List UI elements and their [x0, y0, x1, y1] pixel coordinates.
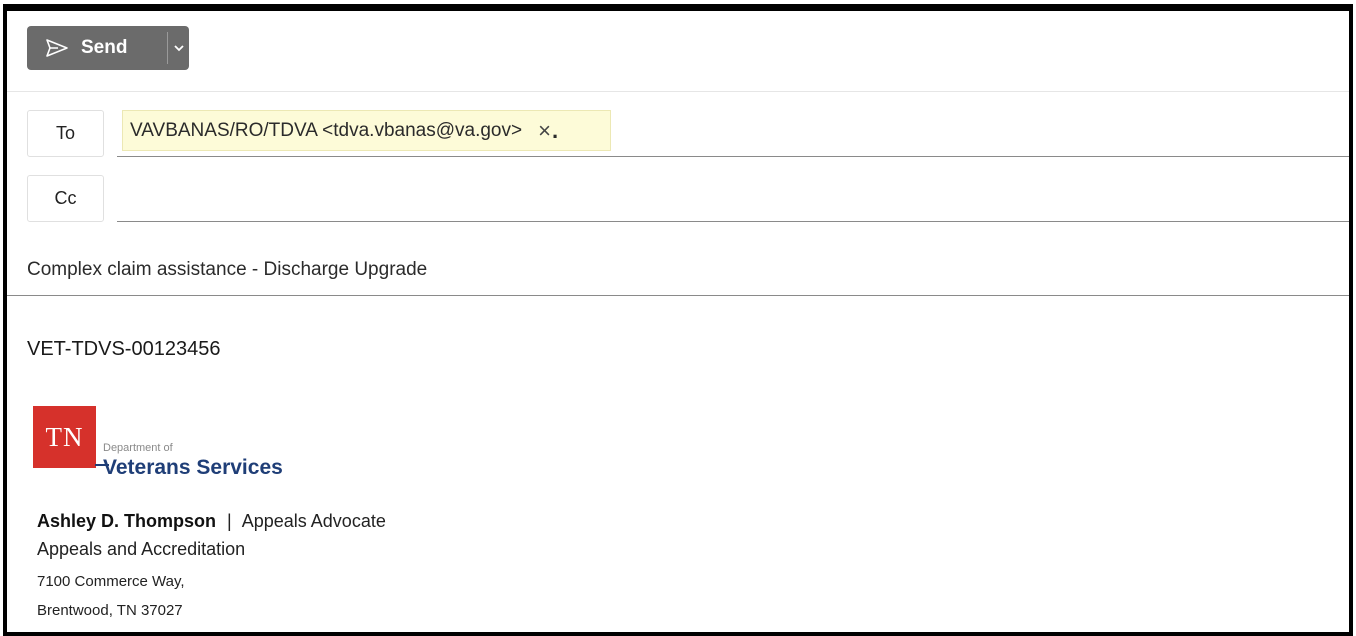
signature-address-line1: 7100 Commerce Way, — [37, 573, 185, 590]
signature-separator: | — [227, 511, 232, 531]
to-button[interactable]: To — [27, 110, 104, 157]
text-cursor: . — [551, 117, 559, 143]
remove-recipient-icon[interactable]: × — [538, 118, 551, 144]
logo-department-of: Department of — [103, 442, 173, 454]
paper-plane-icon — [46, 39, 68, 57]
signature-title: Appeals Advocate — [241, 511, 386, 531]
send-options-dropdown[interactable] — [168, 26, 189, 70]
signature-name: Ashley D. Thompson — [37, 511, 217, 531]
signature-name-line: Ashley D. Thompson | Appeals Advocate — [37, 511, 386, 532]
tn-veterans-services-logo: TN Department of Veterans Services — [33, 406, 303, 486]
recipient-chip[interactable]: VAVBANAS/RO/TDVA <tdva.vbanas@va.gov> × … — [122, 110, 611, 151]
to-field[interactable] — [117, 156, 1349, 157]
message-reference-id: VET-TDVS-00123456 — [27, 338, 221, 360]
compose-toolbar: Send — [7, 11, 1349, 92]
recipient-chip-text: VAVBANAS/RO/TDVA <tdva.vbanas@va.gov> — [130, 119, 523, 141]
cc-label: Cc — [54, 188, 77, 208]
to-label: To — [55, 123, 75, 143]
send-label: Send — [81, 37, 128, 58]
subject-input[interactable]: Complex claim assistance - Discharge Upg… — [27, 259, 427, 281]
signature-division: Appeals and Accreditation — [37, 539, 246, 559]
send-button[interactable]: Send — [27, 26, 167, 70]
subject-underline — [7, 295, 1349, 296]
cc-button[interactable]: Cc — [27, 175, 104, 222]
signature-address-line2: Brentwood, TN 37027 — [37, 602, 183, 619]
chevron-down-icon — [173, 44, 184, 51]
send-button-group: Send — [27, 26, 189, 70]
email-compose-window: Send To VAVBANAS/RO/TDVA <tdva.vbanas@va… — [3, 4, 1353, 636]
cc-field[interactable] — [117, 221, 1349, 222]
tn-logo-box: TN — [33, 406, 96, 468]
logo-org-name: Veterans Services — [103, 456, 283, 479]
